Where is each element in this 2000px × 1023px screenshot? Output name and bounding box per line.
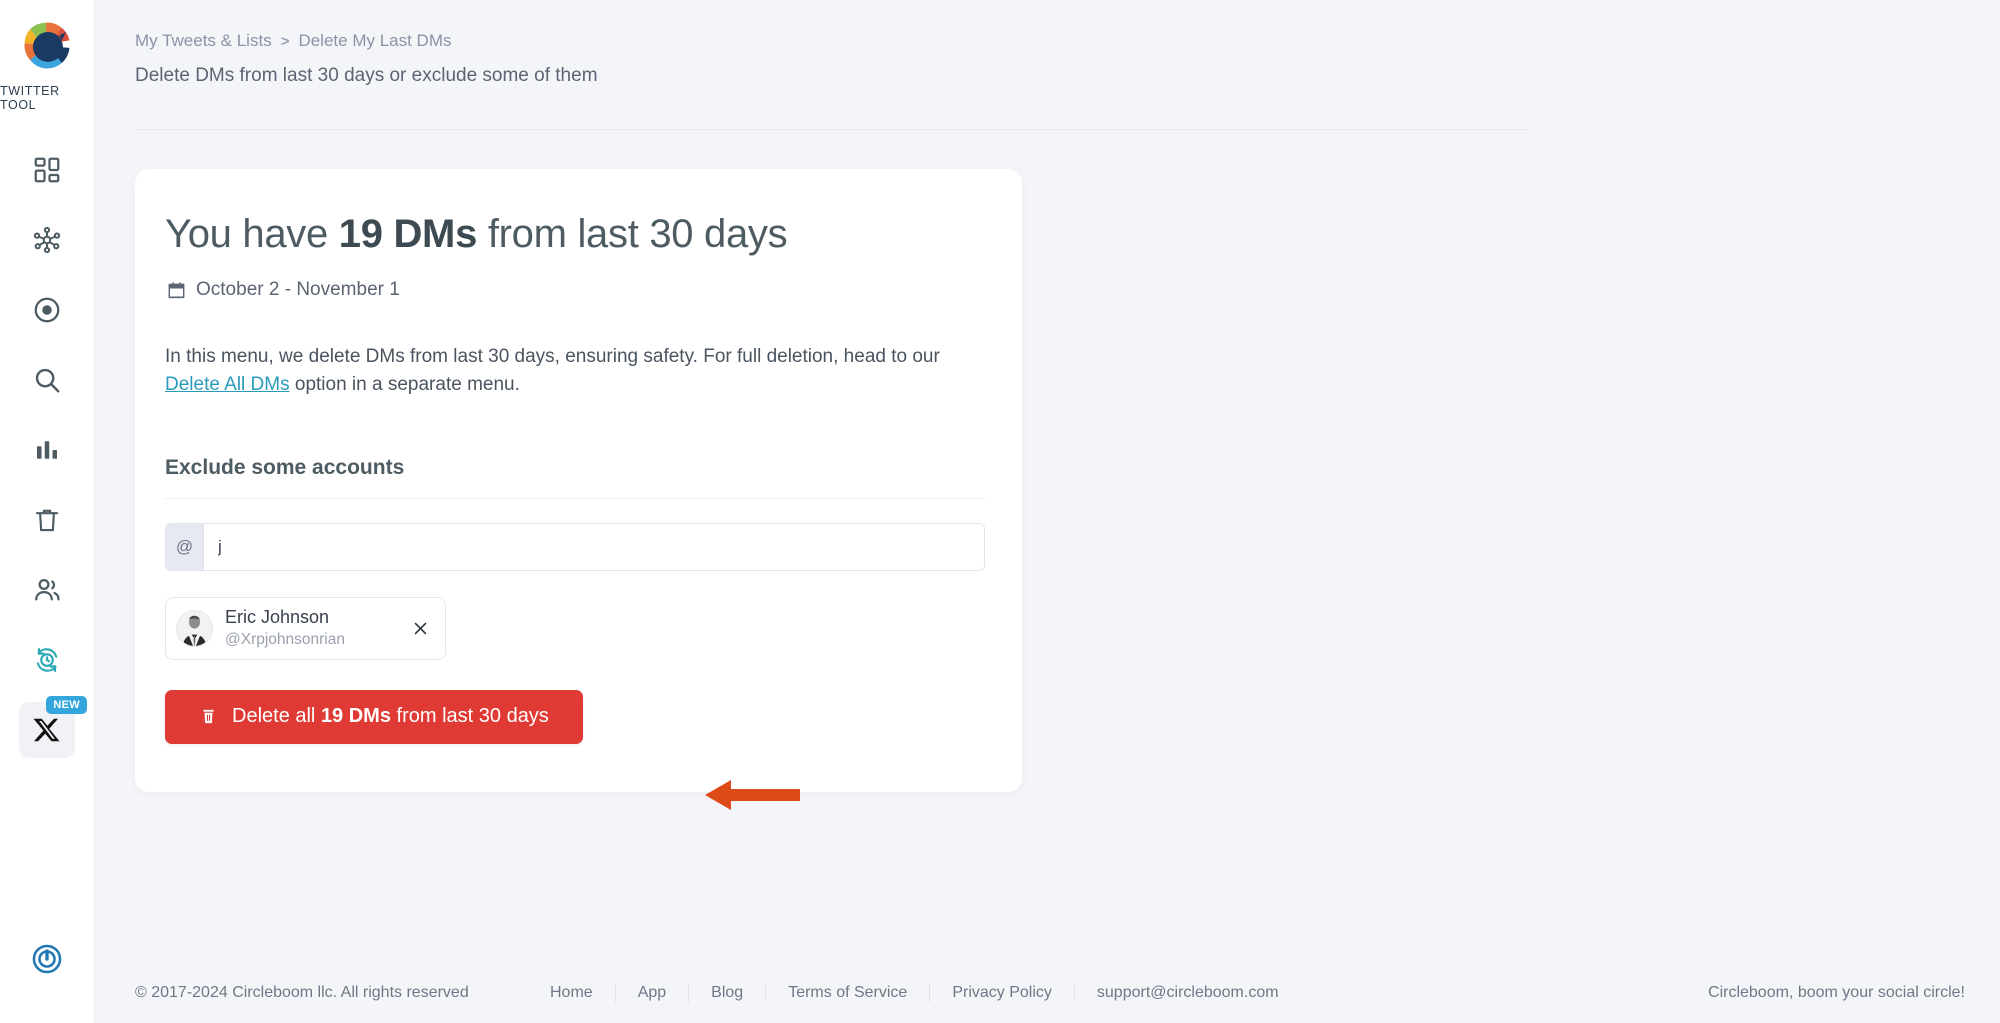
- footer-copyright: © 2017-2024 Circleboom llc. All rights r…: [135, 984, 469, 1002]
- footer-link-privacy[interactable]: Privacy Policy: [929, 984, 1074, 1002]
- delete-all-dms-button[interactable]: Delete all 19 DMs from last 30 days: [165, 690, 583, 744]
- account-display-name: Eric Johnson: [225, 607, 395, 629]
- target-icon: [32, 295, 62, 325]
- dm-delete-card: You have 19 DMs from last 30 days Octobe…: [135, 169, 1022, 792]
- sidebar: TWITTER TOOL: [0, 0, 95, 1023]
- header-divider: [135, 129, 1527, 130]
- calendar-icon: [167, 281, 186, 300]
- sidebar-item-dashboard[interactable]: [19, 142, 75, 198]
- search-icon: [32, 365, 62, 395]
- bar-chart-icon: [32, 435, 62, 465]
- account-handle: @Xrpjohnsonrian: [225, 630, 395, 650]
- breadcrumb: My Tweets & Lists > Delete My Last DMs: [135, 31, 452, 51]
- close-icon: [412, 620, 429, 637]
- card-title-suffix: from last 30 days: [477, 212, 787, 256]
- card-title: You have 19 DMs from last 30 days: [165, 211, 994, 257]
- date-range-row: October 2 - November 1: [167, 279, 994, 301]
- clock-refresh-icon: [32, 645, 62, 675]
- footer-link-terms[interactable]: Terms of Service: [765, 984, 929, 1002]
- annotation-arrow-icon: [705, 777, 800, 813]
- sidebar-item-search[interactable]: [19, 352, 75, 408]
- account-names: Eric Johnson @Xrpjohnsonrian: [225, 607, 395, 650]
- breadcrumb-current[interactable]: Delete My Last DMs: [298, 31, 451, 51]
- power-icon: [30, 942, 64, 976]
- breadcrumb-separator-icon: >: [281, 33, 290, 50]
- sidebar-item-scheduler[interactable]: [19, 632, 75, 688]
- trash-icon: [32, 505, 62, 535]
- paragraph-text-2: option in a separate menu.: [290, 374, 520, 395]
- brand-label: TWITTER TOOL: [0, 84, 94, 112]
- footer-link-blog[interactable]: Blog: [688, 984, 765, 1002]
- footer-link-home[interactable]: Home: [550, 984, 615, 1002]
- footer-tagline: Circleboom, boom your social circle!: [1708, 984, 1965, 1002]
- main-content: My Tweets & Lists > Delete My Last DMs D…: [95, 0, 2000, 1023]
- brand-logo[interactable]: TWITTER TOOL: [0, 16, 94, 112]
- sidebar-item-target[interactable]: [19, 282, 75, 338]
- at-symbol-addon: @: [166, 524, 204, 570]
- sidebar-item-users[interactable]: [19, 562, 75, 618]
- dashboard-icon: [32, 155, 62, 185]
- sidebar-footer: [0, 931, 94, 1001]
- paragraph-text-1: In this menu, we delete DMs from last 30…: [165, 346, 940, 367]
- exclude-account-input-group: @: [165, 523, 985, 571]
- delete-label-prefix: Delete all: [232, 705, 321, 727]
- info-paragraph: In this menu, we delete DMs from last 30…: [165, 343, 994, 398]
- delete-button-label: Delete all 19 DMs from last 30 days: [232, 705, 549, 728]
- avatar: [176, 610, 213, 647]
- date-range-text: October 2 - November 1: [196, 279, 400, 301]
- delete-label-count: 19 DMs: [321, 705, 391, 727]
- footer-link-support-email[interactable]: support@circleboom.com: [1074, 984, 1301, 1002]
- sidebar-nav: NEW: [0, 142, 94, 772]
- page-footer: © 2017-2024 Circleboom llc. All rights r…: [95, 963, 2000, 1023]
- delete-label-suffix: from last 30 days: [391, 705, 549, 727]
- users-icon: [32, 575, 62, 605]
- app-root: TWITTER TOOL: [0, 0, 2000, 1023]
- sidebar-item-analytics[interactable]: [19, 422, 75, 478]
- exclude-account-input[interactable]: [204, 524, 984, 570]
- card-title-prefix: You have: [165, 212, 339, 256]
- page-title: Delete DMs from last 30 days or exclude …: [135, 65, 598, 87]
- exclude-section-title: Exclude some accounts: [165, 456, 994, 480]
- delete-all-dms-link[interactable]: Delete All DMs: [165, 374, 290, 395]
- sidebar-item-delete[interactable]: [19, 492, 75, 548]
- x-logo-icon: [32, 715, 62, 745]
- trash-icon: [199, 707, 218, 726]
- sidebar-item-x-platform[interactable]: NEW: [19, 702, 75, 758]
- section-divider: [165, 498, 985, 499]
- card-title-count: 19 DMs: [339, 212, 477, 256]
- excluded-account-chip: Eric Johnson @Xrpjohnsonrian: [165, 597, 446, 660]
- circleboom-logo-icon: [17, 16, 77, 76]
- footer-link-app[interactable]: App: [615, 984, 688, 1002]
- new-badge: NEW: [46, 696, 87, 714]
- remove-account-button[interactable]: [407, 615, 433, 641]
- avatar-photo: [177, 611, 212, 646]
- footer-links: Home App Blog Terms of Service Privacy P…: [550, 984, 1301, 1002]
- power-button[interactable]: [19, 931, 75, 987]
- network-icon: [32, 225, 62, 255]
- sidebar-item-network[interactable]: [19, 212, 75, 268]
- breadcrumb-parent[interactable]: My Tweets & Lists: [135, 31, 272, 51]
